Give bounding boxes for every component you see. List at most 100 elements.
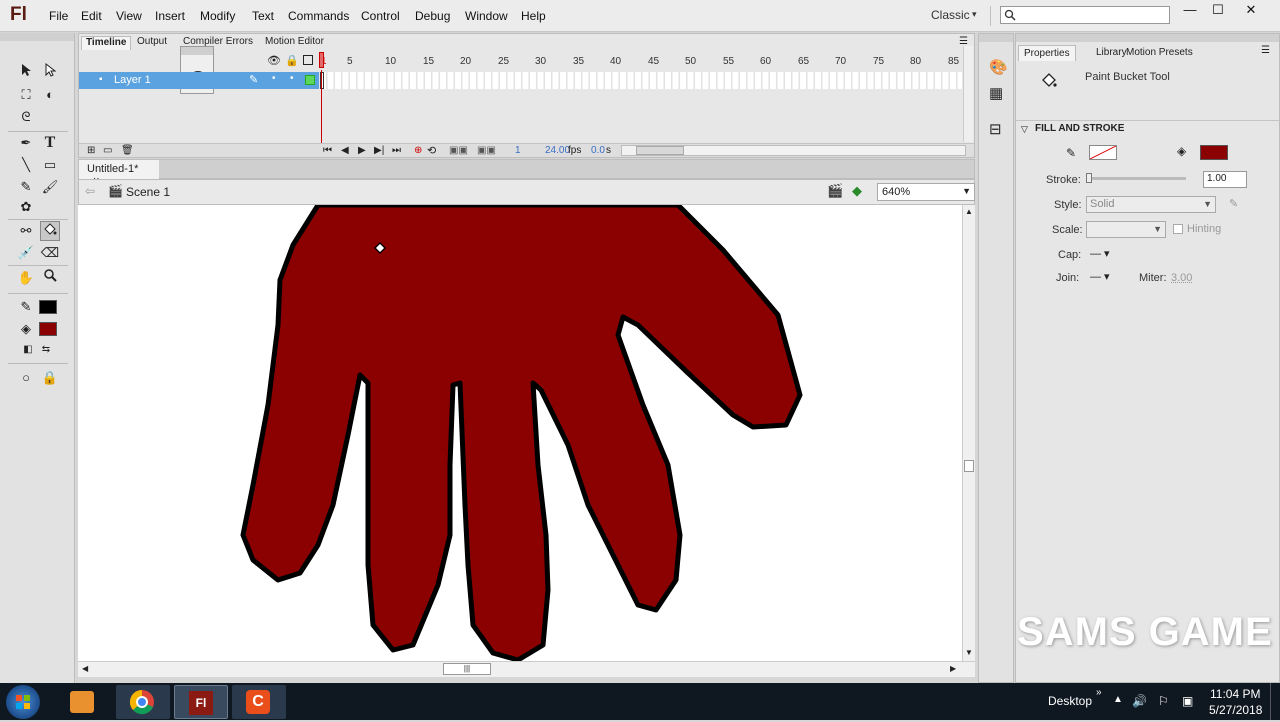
back-arrow-icon[interactable]: ⇦ (85, 184, 95, 198)
scroll-thumb[interactable]: ||| (443, 663, 491, 675)
hinting-checkbox[interactable] (1173, 224, 1183, 234)
eyedropper-tool-icon[interactable]: 💉 (16, 243, 36, 263)
start-button[interactable] (6, 685, 40, 719)
align-panel-icon[interactable]: ⊟ (989, 120, 1002, 138)
onion-skin-icon[interactable]: ▣▣ (449, 145, 468, 156)
eye-icon[interactable]: 👁 (267, 54, 281, 67)
current-frame[interactable]: 1 (515, 145, 521, 156)
show-desktop-button[interactable] (1270, 683, 1280, 720)
default-colors-icon[interactable]: ◧ (18, 340, 38, 360)
chrome-taskbar-button[interactable] (116, 685, 170, 719)
panel-menu-icon[interactable]: ☰ (1261, 45, 1270, 56)
menu-window[interactable]: Window (465, 9, 508, 23)
scroll-thumb[interactable] (964, 460, 974, 472)
delete-layer-icon[interactable]: 🗑 (121, 145, 134, 156)
zoom-select[interactable]: 640% ▼ (877, 183, 975, 201)
deco-tool-icon[interactable]: ✿ (16, 197, 36, 217)
lock-fill-icon[interactable]: 🔒 (40, 368, 60, 388)
volume-icon[interactable]: 🔊 (1132, 694, 1147, 708)
scroll-thumb[interactable] (636, 146, 684, 155)
stroke-width-input[interactable]: 1.00 (1203, 171, 1247, 188)
scroll-up-icon[interactable]: ▲ (965, 207, 973, 216)
scroll-down-icon[interactable]: ▼ (965, 648, 973, 657)
menu-commands[interactable]: Commands (288, 9, 349, 23)
text-tool-icon[interactable]: T (40, 133, 60, 153)
swap-colors-icon[interactable]: ⇆ (36, 340, 56, 360)
swatches-panel-icon[interactable]: ▦ (989, 84, 1003, 102)
outline-icon[interactable] (303, 55, 313, 65)
layer-name[interactable]: Layer 1 (114, 74, 151, 86)
timeline-hscroll[interactable] (621, 145, 966, 156)
new-folder-icon[interactable]: ▭ (103, 145, 112, 156)
scale-select[interactable]: ▼ (1086, 221, 1166, 238)
rectangle-tool-icon[interactable]: ▭ (40, 155, 60, 175)
panel-grip[interactable] (181, 47, 213, 55)
camtasia-taskbar-button[interactable]: C (232, 685, 286, 719)
paint-bucket-tool-icon[interactable] (40, 221, 60, 241)
tab-output[interactable]: Output (133, 36, 171, 50)
stroke-slider[interactable] (1086, 173, 1186, 183)
3d-rotation-tool-icon[interactable]: ◐ (40, 85, 60, 105)
step-forward-icon[interactable]: ▶| (374, 145, 384, 156)
brush-tool-icon[interactable]: 🖌 (40, 177, 60, 197)
visibility-dot[interactable]: • (272, 73, 276, 84)
center-frame-icon[interactable]: ⊕ (414, 145, 422, 156)
new-layer-icon[interactable]: ⊞ (87, 145, 95, 156)
scene-name[interactable]: Scene 1 (126, 185, 170, 199)
scroll-right-icon[interactable]: ▶ (950, 664, 956, 673)
scroll-left-icon[interactable]: ◀ (82, 664, 88, 673)
step-back-icon[interactable]: ◀ (341, 145, 349, 156)
fill-color-swatch[interactable] (39, 322, 57, 336)
maximize-button[interactable]: ☐ (1203, 2, 1233, 20)
subselection-tool-icon[interactable] (40, 62, 60, 83)
go-to-last-frame-icon[interactable]: ⏭ (392, 145, 401, 156)
menu-debug[interactable]: Debug (415, 9, 450, 23)
fps-value[interactable]: 24.00 (545, 145, 570, 156)
menu-insert[interactable]: Insert (155, 9, 185, 23)
workspace-switcher[interactable]: Classic (931, 8, 970, 22)
join-select[interactable]: — ▾ (1090, 270, 1110, 283)
selection-tool-icon[interactable] (16, 63, 36, 83)
style-select[interactable]: Solid ▼ (1086, 196, 1216, 213)
desktop-toolbar-label[interactable]: Desktop (1048, 694, 1092, 708)
panel-grip[interactable] (0, 33, 74, 41)
minimize-button[interactable]: — (1175, 2, 1205, 20)
stroke-color-swatch[interactable] (1089, 145, 1117, 160)
panel-grip[interactable] (979, 34, 1013, 42)
stroke-color-swatch[interactable] (39, 300, 57, 314)
loop-icon[interactable]: ⟲ (427, 144, 436, 157)
chevron-down-icon[interactable]: ▾ (972, 9, 977, 20)
menu-text[interactable]: Text (252, 9, 274, 23)
action-center-icon[interactable]: ▣ (1182, 694, 1193, 708)
menu-file[interactable]: File (49, 9, 68, 23)
object-drawing-icon[interactable]: ○ (16, 368, 36, 388)
free-transform-tool-icon[interactable]: ⛶ (16, 85, 36, 105)
tab-motion-editor[interactable]: Motion Editor (261, 36, 328, 50)
playhead[interactable] (319, 52, 324, 68)
zoom-tool-icon[interactable] (40, 268, 60, 288)
edit-style-icon[interactable]: ✎ (1229, 197, 1238, 210)
layer-row[interactable]: ▪ Layer 1 ✎ • • (79, 72, 319, 89)
collapse-icon[interactable]: ▽ (1021, 124, 1028, 135)
color-panel-icon[interactable]: 🎨 (989, 58, 1008, 76)
edit-scene-icon[interactable]: 🎬 (827, 183, 843, 199)
flash-taskbar-button[interactable]: Fl (174, 685, 228, 719)
stage-vscroll[interactable]: ▲ ▼ (962, 205, 975, 661)
lock-icon[interactable]: 🔒 (285, 54, 299, 67)
pen-tool-icon[interactable]: ✒ (16, 133, 36, 153)
stage-canvas[interactable] (78, 205, 965, 661)
chevron-right-icon[interactable]: » (1096, 687, 1102, 698)
tab-properties[interactable]: Properties (1018, 45, 1076, 61)
edit-multiple-frames-icon[interactable]: ▣▣ (477, 145, 496, 156)
line-tool-icon[interactable]: ╲ (16, 155, 36, 175)
document-tab[interactable]: Untitled-1* × (79, 160, 159, 187)
tab-timeline[interactable]: Timeline (81, 36, 132, 50)
menu-view[interactable]: View (116, 9, 142, 23)
cap-select[interactable]: — ▾ (1090, 247, 1110, 260)
eraser-tool-icon[interactable]: ⌫ (40, 243, 60, 263)
edit-symbols-icon[interactable]: ◆ (852, 183, 862, 199)
pencil-tool-icon[interactable]: ✎ (16, 177, 36, 197)
go-to-first-frame-icon[interactable]: ⏮ (323, 145, 332, 156)
tab-motion-presets[interactable]: Motion Presets (1121, 45, 1198, 61)
hand-tool-icon[interactable]: ✋ (16, 268, 36, 288)
